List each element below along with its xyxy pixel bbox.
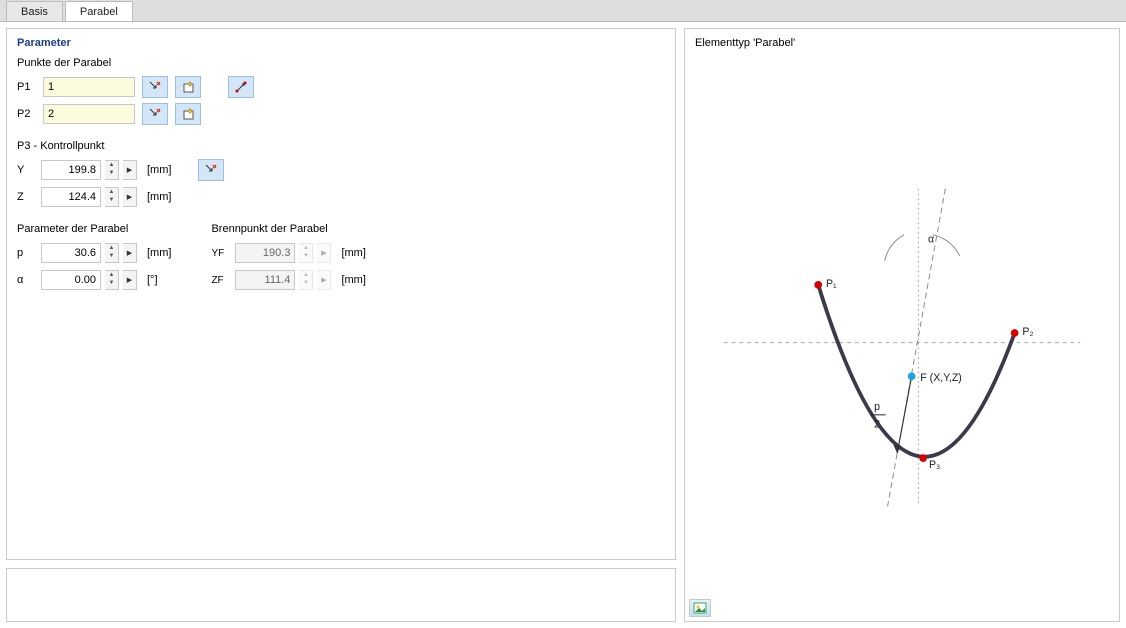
yf-output: [235, 243, 295, 263]
y-unit: [mm]: [147, 164, 171, 176]
pick-p3-icon[interactable]: [198, 159, 224, 181]
z-menu-button[interactable]: ▶: [123, 187, 137, 207]
diagram-area: P₁ P₂ P₃ F (X,Y,Z) α p 2: [695, 55, 1109, 611]
section-param-title: Parameter der Parabel: [17, 223, 171, 235]
z-unit: [mm]: [147, 191, 171, 203]
y-menu-button[interactable]: ▶: [123, 160, 137, 180]
swap-points-icon[interactable]: [228, 76, 254, 98]
image-export-icon[interactable]: [689, 599, 711, 617]
p-spinner[interactable]: ▲▼: [105, 243, 119, 263]
yf-menu-button: ▶: [317, 243, 331, 263]
p-label: p: [17, 247, 37, 259]
p2-input[interactable]: [43, 104, 135, 124]
pover2-num: p: [874, 401, 880, 413]
zf-menu-button: ▶: [317, 270, 331, 290]
zf-unit: [mm]: [341, 274, 365, 286]
f-diagram-label: F (X,Y,Z): [920, 372, 962, 384]
alpha-unit: [°]: [147, 274, 158, 286]
alpha-diagram-label: α: [928, 233, 934, 245]
z-input[interactable]: [41, 187, 101, 207]
tab-basis[interactable]: Basis: [6, 1, 63, 21]
footer-panel: [6, 568, 676, 622]
alpha-spinner[interactable]: ▲▼: [105, 270, 119, 290]
pover2-den: 2: [874, 418, 880, 430]
parameter-panel: Parameter Punkte der Parabel P1: [6, 28, 676, 560]
tab-strip: Basis Parabel: [0, 0, 1126, 22]
diagram-panel: Elementtyp 'Parabel': [684, 28, 1120, 622]
alpha-label: α: [17, 274, 37, 286]
p-input[interactable]: [41, 243, 101, 263]
diagram-title: Elementtyp 'Parabel': [695, 37, 1109, 49]
y-spinner[interactable]: ▲▼: [105, 160, 119, 180]
p1-diagram-label: P₁: [826, 278, 837, 290]
zf-spinner: ▲▼: [299, 270, 313, 290]
p1-label: P1: [17, 81, 39, 93]
section-control-title: P3 - Kontrollpunkt: [17, 140, 665, 152]
alpha-menu-button[interactable]: ▶: [123, 270, 137, 290]
alpha-input[interactable]: [41, 270, 101, 290]
tab-parabel[interactable]: Parabel: [65, 1, 133, 21]
new-p1-icon[interactable]: [175, 76, 201, 98]
z-label: Z: [17, 191, 37, 203]
p1-input[interactable]: [43, 77, 135, 97]
p-unit: [mm]: [147, 247, 171, 259]
y-label: Y: [17, 164, 37, 176]
pick-p2-icon[interactable]: [142, 103, 168, 125]
zf-output: [235, 270, 295, 290]
y-input[interactable]: [41, 160, 101, 180]
new-p2-icon[interactable]: [175, 103, 201, 125]
section-focus-title: Brennpunkt der Parabel: [211, 223, 365, 235]
p2-diagram-label: P₂: [1022, 326, 1033, 338]
p-menu-button[interactable]: ▶: [123, 243, 137, 263]
z-spinner[interactable]: ▲▼: [105, 187, 119, 207]
pick-p1-icon[interactable]: [142, 76, 168, 98]
panel-title: Parameter: [17, 37, 665, 49]
yf-unit: [mm]: [341, 247, 365, 259]
section-points-title: Punkte der Parabel: [17, 57, 665, 69]
zf-label: ZF: [211, 275, 231, 286]
yf-spinner: ▲▼: [299, 243, 313, 263]
p3-diagram-label: P₃: [929, 459, 940, 471]
p2-label: P2: [17, 108, 39, 120]
yf-label: YF: [211, 248, 231, 259]
